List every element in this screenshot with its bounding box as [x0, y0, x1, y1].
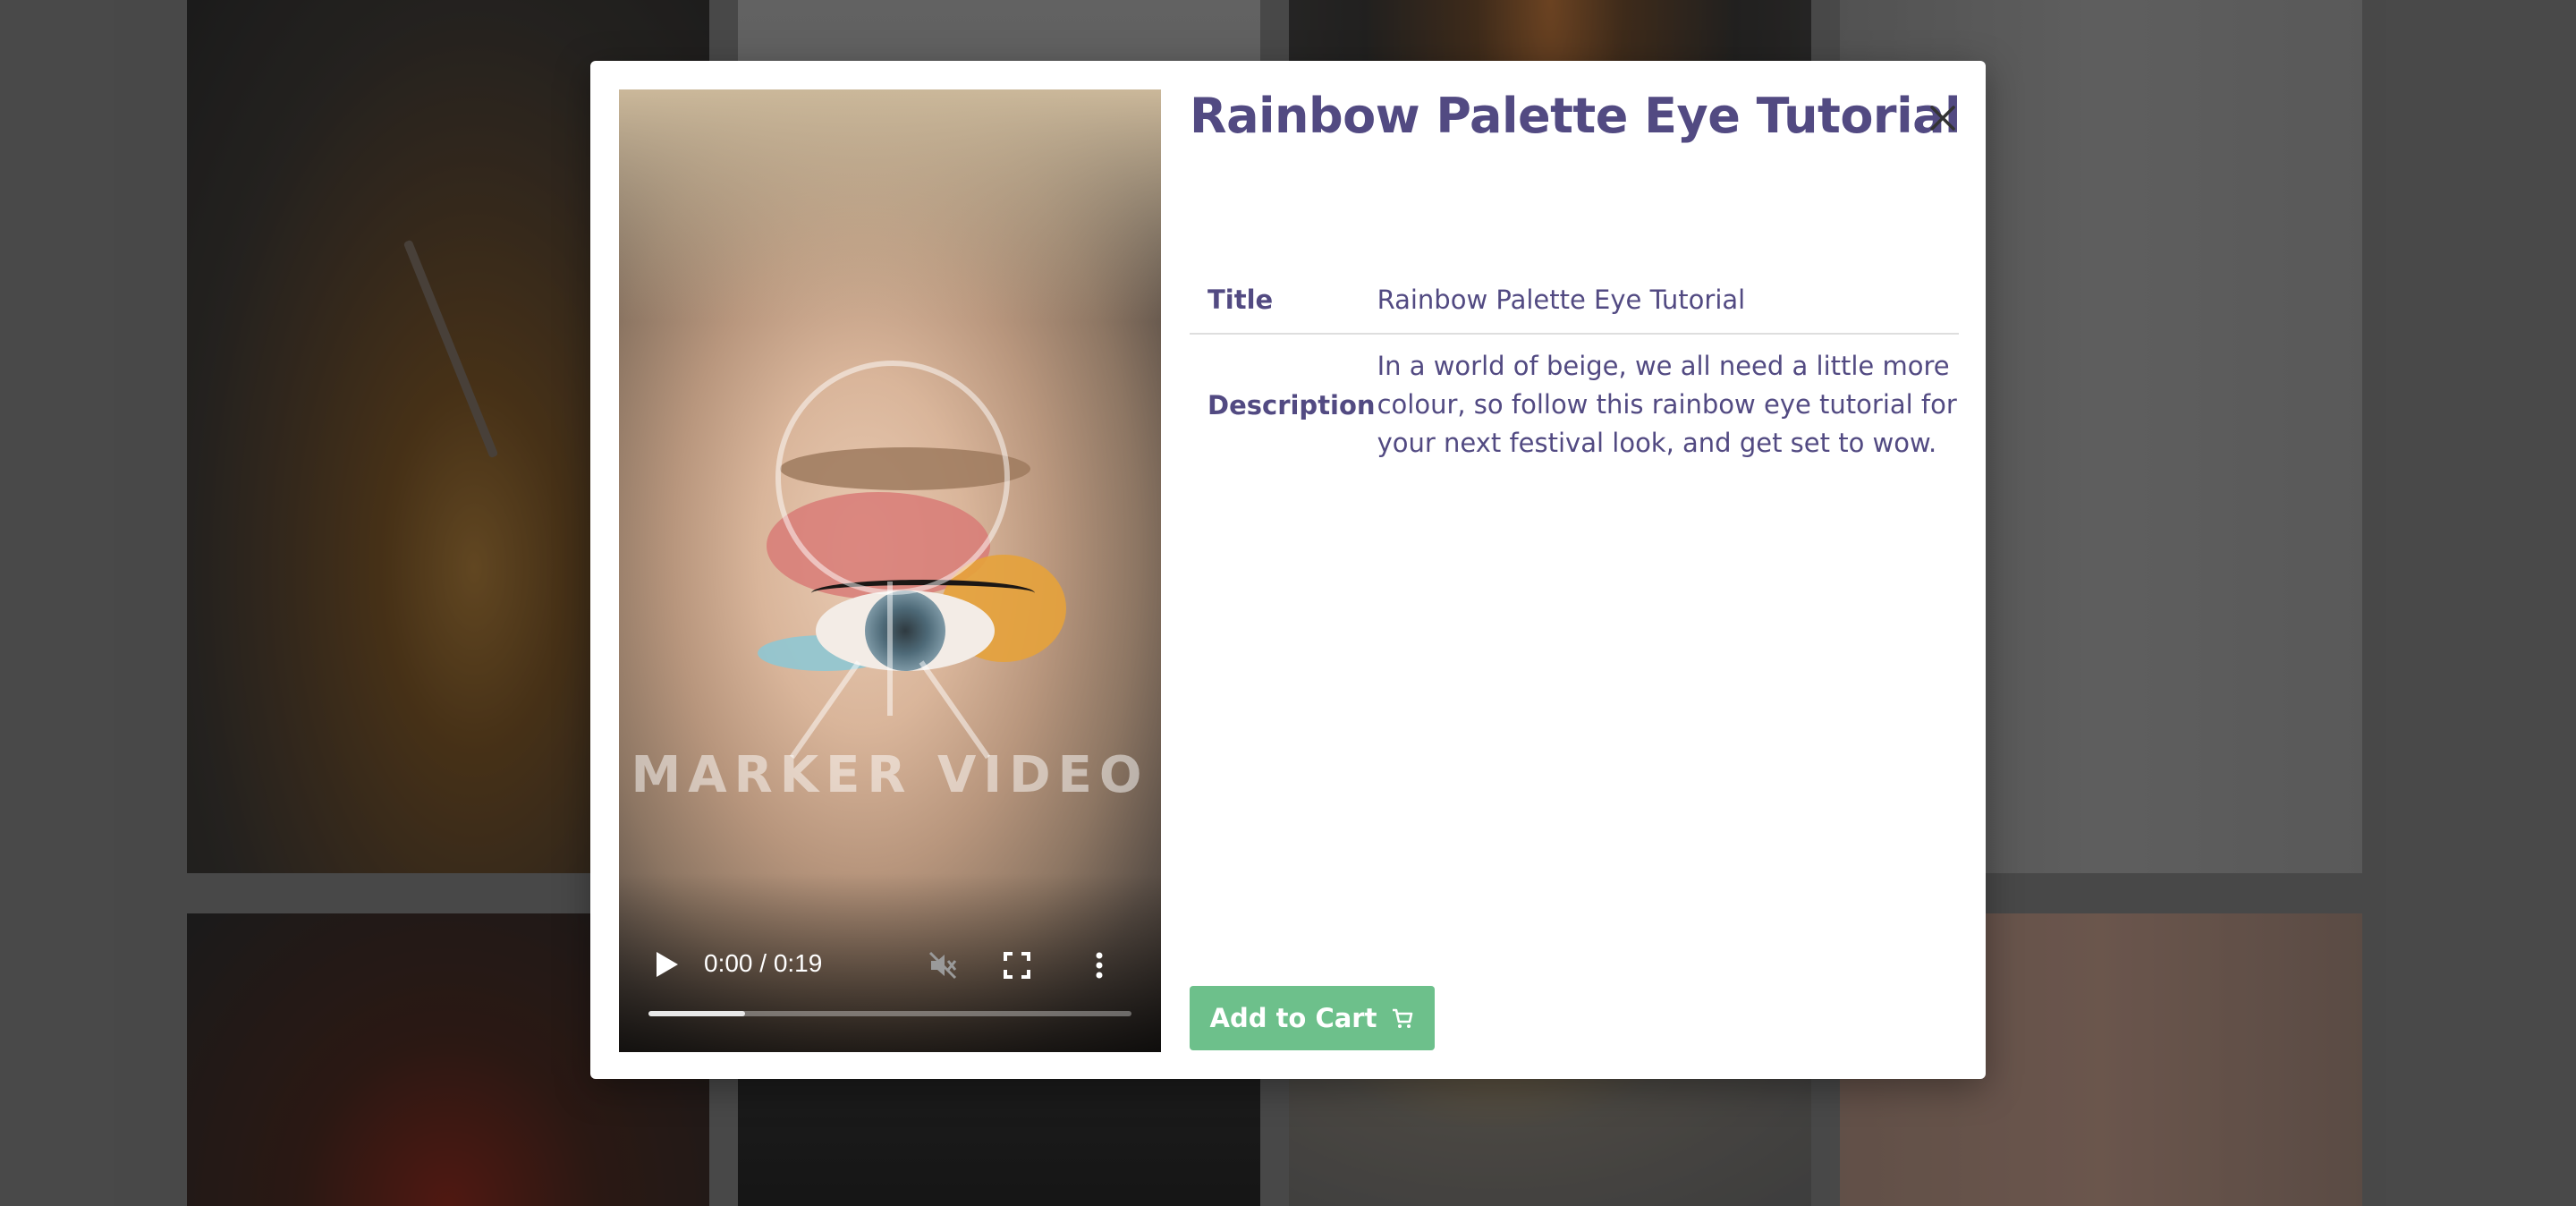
mute-icon	[928, 951, 957, 980]
add-to-cart-button[interactable]: Add to Cart	[1190, 986, 1435, 1050]
mute-button[interactable]	[928, 950, 958, 981]
close-button[interactable]	[1923, 98, 1962, 138]
play-button[interactable]	[653, 950, 680, 979]
modal-title: Rainbow Palette Eye Tutorial	[1190, 88, 1962, 144]
video-controls: 0:00 / 0:19	[619, 873, 1161, 1052]
watermark-logo-stem	[887, 582, 893, 716]
product-details-table: Title Rainbow Palette Eye Tutorial Descr…	[1190, 267, 1959, 475]
table-row: Description In a world of beige, we all …	[1190, 334, 1959, 475]
video-time: 0:00 / 0:19	[704, 949, 823, 977]
add-to-cart-label: Add to Cart	[1209, 1003, 1377, 1033]
video-progress-bar[interactable]	[648, 1011, 1131, 1016]
page: MARKER VIDEO 0:00 / 0:19 Rainbow Palette…	[0, 0, 2576, 1206]
video-frame-hair	[619, 89, 1161, 322]
fullscreen-icon	[1004, 952, 1030, 979]
fullscreen-button[interactable]	[1002, 950, 1032, 981]
video-progress-fill	[648, 1011, 745, 1016]
play-icon	[657, 952, 678, 977]
close-icon	[1930, 106, 1955, 131]
product-modal: MARKER VIDEO 0:00 / 0:19 Rainbow Palette…	[590, 61, 1986, 1079]
table-row: Title Rainbow Palette Eye Tutorial	[1190, 267, 1959, 335]
title-value: Rainbow Palette Eye Tutorial	[1376, 267, 1959, 335]
description-label: Description	[1208, 389, 1376, 420]
watermark-text: MARKER VIDEO	[631, 746, 1149, 804]
more-options-button[interactable]	[1084, 950, 1114, 981]
video-player[interactable]: MARKER VIDEO 0:00 / 0:19	[619, 89, 1161, 1052]
watermark-logo-ring	[775, 361, 1010, 595]
watermark-logo-leg	[789, 660, 861, 760]
title-label: Title	[1190, 267, 1377, 335]
more-options-icon	[1096, 952, 1103, 979]
cart-icon	[1393, 1008, 1413, 1028]
watermark-logo-leg	[919, 660, 991, 760]
description-value: In a world of beige, we all need a littl…	[1377, 351, 1957, 458]
